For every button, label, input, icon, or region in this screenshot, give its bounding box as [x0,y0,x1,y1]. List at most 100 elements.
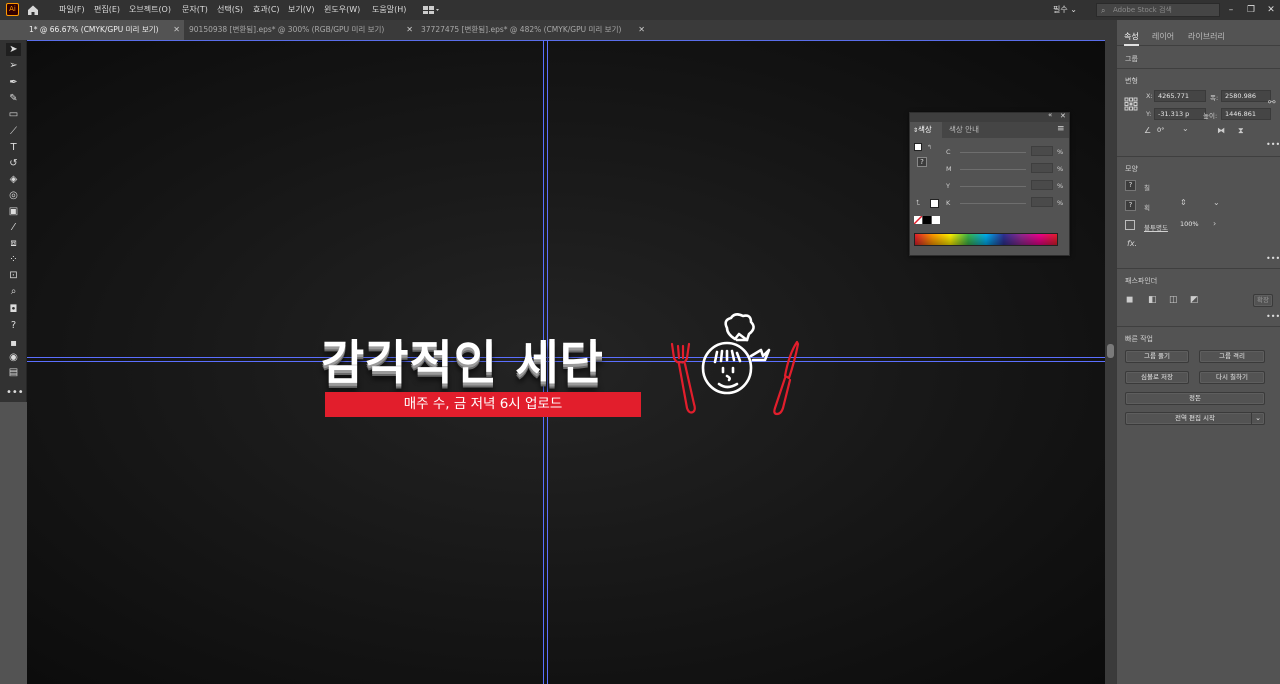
color-mode-icon[interactable]: ▪ [6,337,21,350]
recolor-button[interactable]: 다시 칠하기 [1199,371,1265,384]
type-tool-icon[interactable]: T [6,141,21,154]
channel-y-slider[interactable] [960,186,1026,187]
isolate-group-button[interactable]: 그룹 격리 [1199,350,1265,363]
workspace-switcher[interactable]: 필수 ⌄ [1053,0,1077,20]
edit-toolbar-icon[interactable]: ••• [6,386,24,399]
channel-c-field[interactable] [1031,146,1053,156]
close-tab-icon[interactable]: ✕ [638,20,645,40]
channel-y-field[interactable] [1031,180,1053,190]
chevron-down-icon[interactable]: ⌄ [1213,198,1220,207]
menu-file[interactable]: 파일(F) [59,0,85,20]
maximize-icon[interactable]: ❐ [1244,3,1258,17]
rectangle-tool-icon[interactable]: ▭ [6,108,21,121]
home-icon[interactable] [26,3,40,17]
symbol-sprayer-tool-icon[interactable]: ⁘ [6,253,21,266]
chevron-right-icon[interactable]: › [1213,219,1216,228]
more-options-icon[interactable]: ••• [1266,254,1280,263]
menu-help[interactable]: 도움말(H) [372,0,406,20]
screen-mode-icon[interactable]: ▤ [6,366,21,379]
panel-title-bar[interactable]: « ✕ [910,111,1069,122]
chevron-down-icon[interactable]: ⌄ [1251,413,1264,424]
chef-logo-icon[interactable] [665,306,805,418]
curvature-tool-icon[interactable]: ✎ [6,92,21,105]
stroke-swatch-icon[interactable]: ? [917,157,927,167]
blend-tool-icon[interactable]: ⧈ [6,237,21,250]
none-swatch-icon[interactable] [914,216,922,224]
close-panel-icon[interactable]: ✕ [1060,112,1066,120]
more-options-icon[interactable]: ••• [1266,140,1280,149]
expand-button[interactable]: 확장 [1253,294,1273,307]
stroke-swatch-icon[interactable]: ? [1125,200,1136,211]
unite-icon[interactable]: ◼ [1126,295,1133,305]
opacity-label[interactable]: 불투명도 [1144,222,1168,232]
menu-effect[interactable]: 효과(C) [253,0,280,20]
height-field[interactable]: 1446.861 [1221,108,1271,120]
flip-vertical-icon[interactable]: ⧗ [1238,126,1244,136]
tab-document-2[interactable]: 90150938 [변환됨].eps* @ 300% (RGB/GPU 미리 보… [187,20,417,40]
gamut-swatch[interactable] [930,199,939,208]
channel-k-field[interactable] [1031,197,1053,207]
tab-document-1[interactable]: 1* @ 66.67% (CMYK/GPU 미리 보기) ✕ [27,20,184,40]
black-swatch[interactable] [923,216,931,224]
scrollbar-thumb[interactable] [1107,344,1114,358]
artboard-canvas[interactable]: 감각적인 세단 매주 수, 금 저녁 6시 업로드 « ✕ ⇕색상 색상 안내 … [27,40,1105,684]
selection-tool-icon[interactable]: ➤ [6,43,21,56]
artwork-title[interactable]: 감각적인 세단 [321,324,604,393]
minimize-icon[interactable]: – [1224,3,1238,17]
gradient-tool-icon[interactable]: ▣ [6,205,21,218]
menu-type[interactable]: 문자(T) [182,0,208,20]
out-of-gamut-icon[interactable]: ⮤ [916,199,920,208]
arrange-documents-icon[interactable] [422,4,440,16]
stock-search-input[interactable]: ⌕ Adobe Stock 검색 [1096,3,1220,17]
collapse-panel-icon[interactable]: « [1048,111,1052,119]
eyedropper-tool-icon[interactable]: ⁄ [6,221,21,234]
eraser-tool-icon[interactable]: ◈ [6,173,21,186]
tab-libraries[interactable]: 라이브러리 [1188,28,1225,46]
channel-c-slider[interactable] [960,152,1026,153]
minus-front-icon[interactable]: ◧ [1148,295,1157,305]
constrain-proportions-icon[interactable]: ⚯ [1268,98,1276,108]
direct-selection-tool-icon[interactable]: ➢ [6,59,21,72]
default-colors-icon[interactable]: ? [6,319,21,332]
menu-object[interactable]: 오브젝트(O) [129,0,171,20]
tab-properties[interactable]: 속성 [1124,28,1139,46]
fx-icon[interactable]: fx. [1127,239,1137,248]
channel-m-slider[interactable] [960,169,1026,170]
tab-color[interactable]: ⇕색상 [910,122,942,138]
channel-m-field[interactable] [1031,163,1053,173]
color-panel[interactable]: « ✕ ⇕색상 색상 안내 ≡ ? ↰ ⮤ C % M % Y % K % [909,111,1070,256]
artwork-subtitle-banner[interactable]: 매주 수, 금 저녁 6시 업로드 [325,392,641,417]
save-as-symbol-button[interactable]: 심볼로 저장 [1125,371,1189,384]
fill-stroke-icon[interactable]: ◘ [6,303,21,316]
y-field[interactable]: -31.313 p [1154,108,1206,120]
drawing-mode-icon[interactable]: ◉ [6,351,21,364]
close-window-icon[interactable]: ✕ [1264,3,1278,17]
panel-menu-icon[interactable]: ≡ [1057,124,1065,134]
reference-point-icon[interactable] [1124,97,1138,111]
width-field[interactable]: 2580.986 [1221,90,1271,102]
swap-fill-stroke-icon[interactable]: ↰ [927,144,932,151]
pen-tool-icon[interactable]: ✒ [6,76,21,89]
artboard-tool-icon[interactable]: ⊡ [6,269,21,282]
stroke-stepper-icon[interactable]: ⇕ [1180,198,1187,207]
opacity-icon[interactable] [1125,220,1135,230]
shape-builder-tool-icon[interactable]: ◎ [6,189,21,202]
color-spectrum[interactable] [914,233,1058,246]
exclude-icon[interactable]: ◩ [1190,295,1199,305]
rotate-tool-icon[interactable]: ↺ [6,157,21,170]
chevron-down-icon[interactable]: ⌄ [1182,124,1189,133]
menu-select[interactable]: 선택(S) [217,0,243,20]
menu-view[interactable]: 보기(V) [288,0,314,20]
more-options-icon[interactable]: ••• [1266,312,1280,321]
menu-edit[interactable]: 편집(E) [94,0,120,20]
paintbrush-tool-icon[interactable]: ⟋ [6,125,21,138]
white-swatch[interactable] [932,216,940,224]
start-global-edit-button[interactable]: 전역 편집 시작 ⌄ [1125,412,1265,425]
fill-swatch[interactable] [914,143,922,151]
tab-color-guide[interactable]: 색상 안내 [949,122,999,138]
channel-k-slider[interactable] [960,203,1026,204]
flip-horizontal-icon[interactable]: ⧓ [1217,126,1225,135]
tab-document-3[interactable]: 37727475 [변환됨].eps* @ 482% (CMYK/GPU 미리 … [419,20,649,40]
menu-window[interactable]: 윈도우(W) [324,0,360,20]
close-tab-icon[interactable]: ✕ [406,20,413,40]
